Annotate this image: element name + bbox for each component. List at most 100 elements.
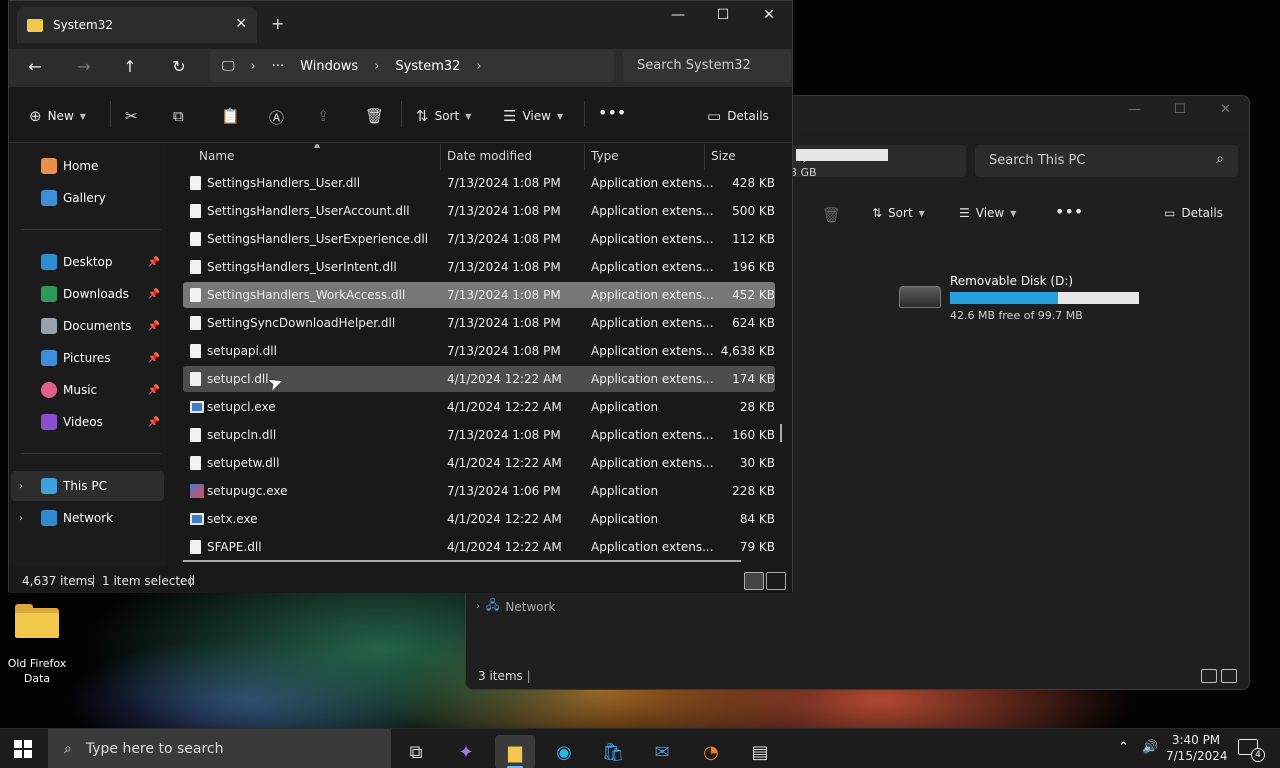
background-view-toggle[interactable]: [1201, 669, 1237, 683]
more-options-icon[interactable]: •••: [1055, 202, 1083, 221]
chevron-right-icon[interactable]: ›: [476, 59, 481, 74]
background-nav-network[interactable]: › 🖧 Network: [476, 596, 556, 617]
close-icon[interactable]: ✕: [749, 7, 789, 31]
firefox-icon[interactable]: ◔: [691, 735, 731, 768]
rename-button[interactable]: Ⓐ: [269, 107, 284, 128]
background-search-input[interactable]: Search This PC ⌕: [975, 145, 1238, 177]
horizontal-scrollbar[interactable]: [183, 560, 741, 562]
sidebar-item-desktop[interactable]: Desktop 📌: [19, 247, 164, 277]
close-tab-icon[interactable]: ✕: [235, 16, 247, 32]
delete-button[interactable]: 🗑: [365, 107, 384, 125]
system-clock[interactable]: 3:40 PM 7/15/2024: [1166, 732, 1228, 764]
file-row[interactable]: setupcln.dll 7/13/2024 1:08 PM Application…: [183, 422, 775, 448]
chevron-right-icon[interactable]: ›: [19, 513, 23, 524]
refresh-icon[interactable]: ↻: [168, 57, 190, 76]
background-sort-button[interactable]: ⇅ Sort ▼: [872, 206, 925, 220]
column-divider[interactable]: [584, 144, 585, 170]
breadcrumb-overflow-icon[interactable]: ···: [272, 59, 284, 74]
explorer-window-system32[interactable]: System32 ✕ + — ☐ ✕ ← → ↑ ↻ 🖵 › ··· Windo…: [8, 0, 793, 593]
task-view-icon[interactable]: ⧉: [396, 735, 436, 768]
close-icon[interactable]: ✕: [1220, 102, 1231, 117]
pin-icon[interactable]: 📌: [148, 353, 160, 364]
search-input[interactable]: Search System32: [623, 50, 791, 82]
pin-icon[interactable]: 📌: [148, 417, 160, 428]
up-arrow-icon[interactable]: ↑: [119, 57, 141, 76]
column-header-name[interactable]: Name: [199, 149, 234, 163]
maximize-icon[interactable]: ☐: [1174, 102, 1186, 117]
share-button[interactable]: ⇪: [317, 107, 330, 125]
minimize-icon[interactable]: —: [658, 7, 698, 31]
pin-icon[interactable]: 📌: [148, 385, 160, 396]
start-button[interactable]: [14, 740, 32, 758]
pin-icon[interactable]: 📌: [148, 257, 160, 268]
background-view-button[interactable]: ☰ View ▼: [959, 206, 1016, 220]
notepad-icon[interactable]: ▤: [740, 735, 780, 768]
sidebar-item-pictures[interactable]: Pictures 📌: [19, 343, 164, 373]
notification-icon[interactable]: 4: [1238, 739, 1265, 762]
new-button[interactable]: ⊕ New ▼: [29, 107, 86, 125]
tiles-view-icon[interactable]: [1221, 669, 1237, 683]
pin-icon[interactable]: 📌: [148, 289, 160, 300]
file-row[interactable]: SettingSyncDownloadHelper.dll 7/13/2024 1…: [183, 310, 775, 336]
file-row[interactable]: setx.exe 4/1/2024 12:22 AM Application 84 K…: [183, 506, 775, 532]
column-header-type[interactable]: Type: [591, 149, 619, 163]
file-row[interactable]: SFAPE.dll 4/1/2024 12:22 AM Application ex…: [183, 534, 775, 560]
store-icon[interactable]: 🛍: [593, 735, 633, 768]
sidebar-item-videos[interactable]: Videos 📌: [19, 407, 164, 437]
file-row[interactable]: SettingsHandlers_UserExperience.dll 7/13/…: [183, 226, 775, 252]
sidebar-item-home[interactable]: Home: [19, 151, 164, 181]
maximize-icon[interactable]: ☐: [703, 7, 743, 31]
more-options-icon[interactable]: •••: [598, 103, 626, 122]
file-row[interactable]: setupetw.dll 4/1/2024 12:22 AM Application…: [183, 450, 775, 476]
cut-button[interactable]: ✂: [125, 107, 138, 125]
pin-icon[interactable]: 📌: [148, 321, 160, 332]
details-view-icon[interactable]: [1201, 669, 1217, 683]
delete-icon[interactable]: 🗑: [822, 206, 841, 224]
tiles-view-icon[interactable]: [766, 572, 786, 590]
sidebar-item-music[interactable]: Music 📌: [19, 375, 164, 405]
sidebar-item-network[interactable]: › Network: [11, 503, 164, 533]
sidebar-item-documents[interactable]: Documents 📌: [19, 311, 164, 341]
sidebar-item-downloads[interactable]: Downloads 📌: [19, 279, 164, 309]
taskbar-search-input[interactable]: ⌕ Type here to search: [48, 729, 391, 768]
file-row[interactable]: SettingsHandlers_WorkAccess.dll 7/13/2024…: [183, 282, 775, 308]
details-view-icon[interactable]: [744, 572, 764, 590]
tab-system32[interactable]: System32 ✕: [17, 7, 257, 43]
chevron-up-icon[interactable]: ⌃: [1118, 740, 1129, 755]
file-row[interactable]: SettingsHandlers_UserIntent.dll 7/13/2024…: [183, 254, 775, 280]
paste-button[interactable]: 📋: [221, 107, 240, 125]
file-row[interactable]: SettingsHandlers_UserAccount.dll 7/13/202…: [183, 198, 775, 224]
sort-button[interactable]: ⇅ Sort ▼: [416, 107, 471, 125]
sidebar-item-this-pc[interactable]: › This PC: [11, 471, 164, 501]
new-tab-icon[interactable]: +: [271, 14, 284, 33]
column-header-size[interactable]: Size: [711, 149, 736, 163]
column-header-date-modified[interactable]: Date modified: [447, 149, 532, 163]
mail-icon[interactable]: ✉: [642, 735, 682, 768]
desktop-icon-old-firefox-data[interactable]: Old Firefox Data: [6, 604, 68, 686]
chevron-right-icon[interactable]: ›: [19, 481, 23, 492]
file-explorer-icon[interactable]: ▆: [495, 735, 535, 768]
background-details-button[interactable]: ▭ Details: [1164, 206, 1223, 220]
chevron-right-icon: ›: [250, 58, 256, 74]
speaker-icon[interactable]: 🔊: [1142, 740, 1158, 755]
details-button[interactable]: ▭ Details: [707, 107, 769, 125]
view-button[interactable]: ☰ View ▼: [503, 107, 563, 125]
forward-arrow-icon[interactable]: →: [73, 57, 95, 76]
back-arrow-icon[interactable]: ←: [24, 57, 46, 76]
file-row[interactable]: SettingsHandlers_User.dll 7/13/2024 1:08 …: [183, 170, 775, 196]
edge-icon[interactable]: ◉: [544, 735, 584, 768]
column-divider[interactable]: [704, 144, 705, 170]
minimize-icon[interactable]: —: [1128, 102, 1141, 117]
vertical-scrollbar[interactable]: [780, 424, 782, 442]
file-row[interactable]: setupcl.exe 4/1/2024 12:22 AM Application 2…: [183, 394, 775, 420]
copilot-icon[interactable]: ✦: [446, 735, 486, 768]
breadcrumb-windows[interactable]: Windows: [300, 59, 358, 74]
file-row[interactable]: setupugc.exe 7/13/2024 1:06 PM Application…: [183, 478, 775, 504]
sidebar-divider: [21, 453, 161, 454]
address-bar[interactable]: 🖵 › ··· Windows › System32 ›: [210, 50, 614, 82]
column-divider[interactable]: [440, 144, 441, 170]
copy-button[interactable]: ⧉: [173, 107, 184, 125]
sidebar-item-gallery[interactable]: Gallery: [19, 183, 164, 213]
file-row[interactable]: setupapi.dll 7/13/2024 1:08 PM Application…: [183, 338, 775, 364]
breadcrumb-system32[interactable]: System32: [395, 59, 460, 74]
